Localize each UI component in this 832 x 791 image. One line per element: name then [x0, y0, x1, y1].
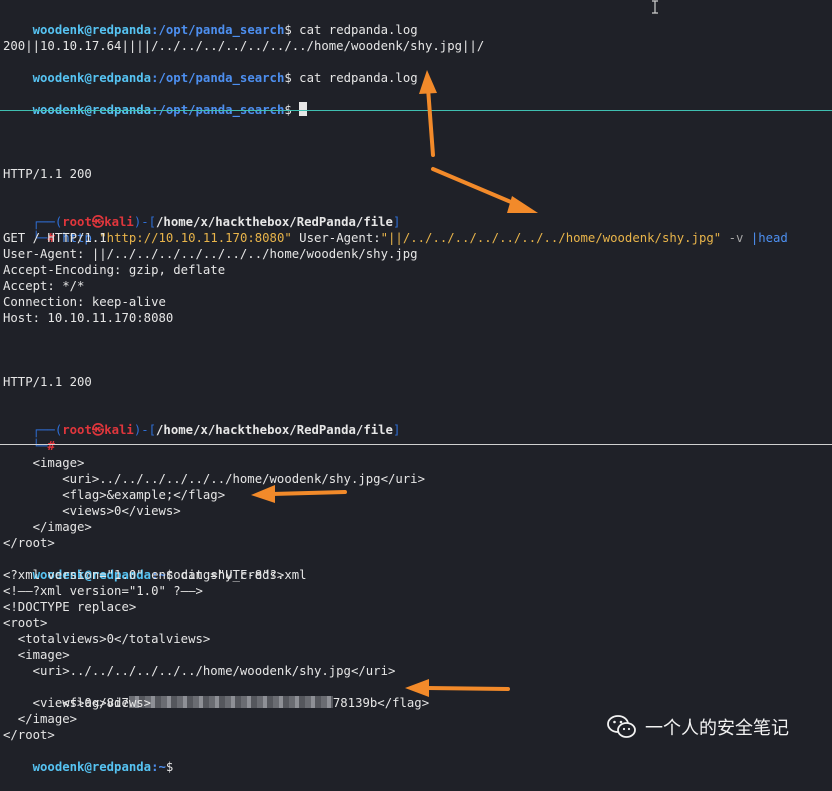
annotation-arrow-4	[405, 679, 510, 697]
wechat-icon	[607, 715, 636, 738]
watermark-text: 一个人的安全笔记	[645, 718, 789, 739]
watermark: 一个人的安全笔记	[607, 712, 789, 742]
